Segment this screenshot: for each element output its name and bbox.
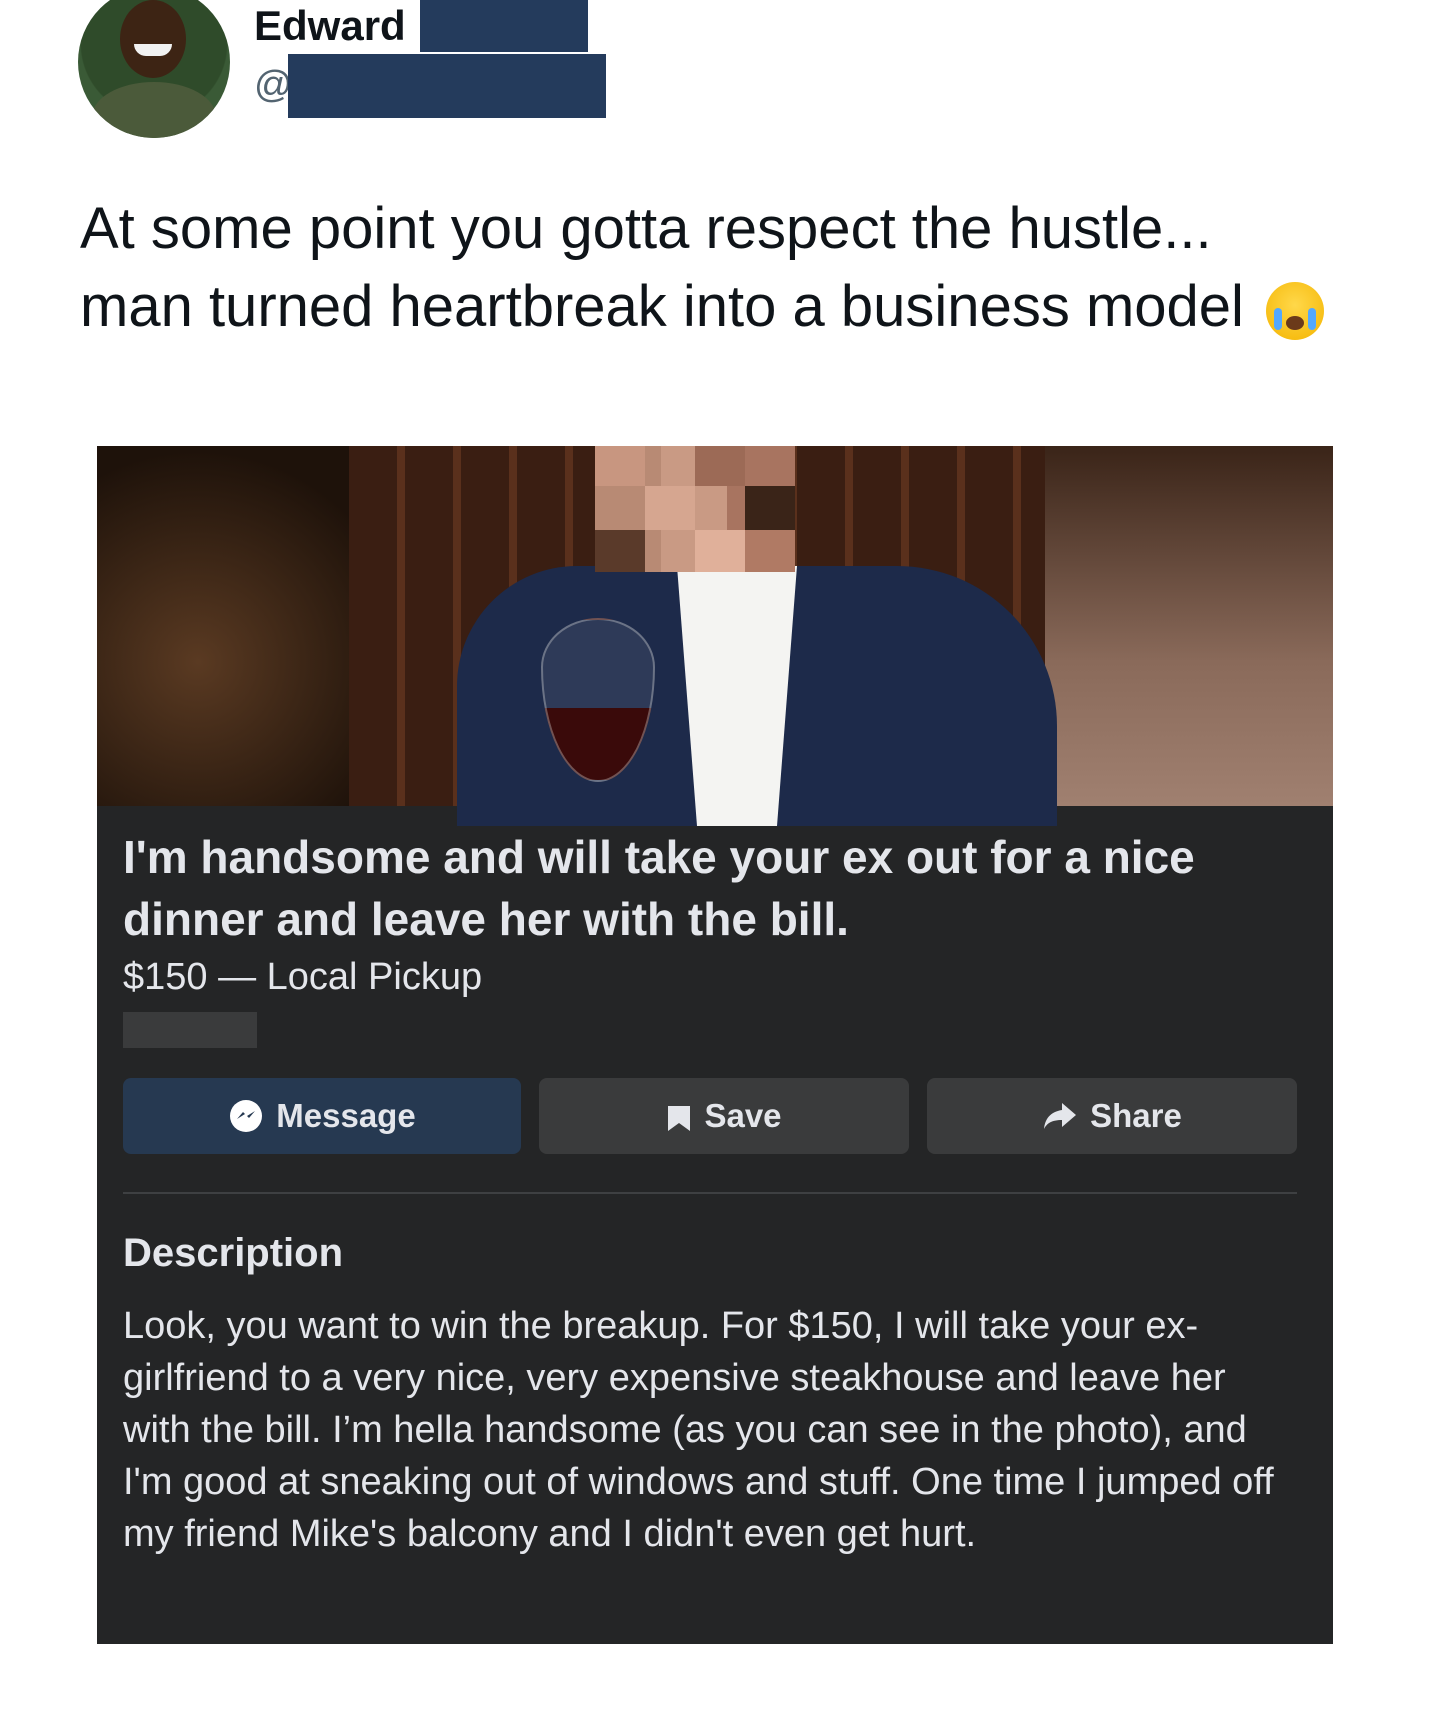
divider [123,1192,1297,1194]
display-name[interactable]: Edward [254,0,414,52]
tweet-text-line: man turned heartbreak into a business mo… [80,274,1244,339]
crying-face-emoji-icon [1266,281,1325,340]
tweet-text-line: At some point you gotta respect the hust… [80,196,1212,261]
listing-photo [97,446,1333,826]
save-button[interactable]: Save [539,1078,909,1154]
share-arrow-icon [1042,1101,1078,1131]
save-button-label: Save [704,1097,782,1134]
user-handle[interactable]: @ [254,62,293,108]
description-body: Look, you want to win the breakup. For $… [123,1305,1274,1555]
redaction-bar [123,1012,257,1048]
listing-title: I'm handsome and will take your ex out f… [123,831,1195,945]
description-heading: Description [123,1231,344,1275]
redaction-bar [420,0,588,52]
message-button-label: Message [276,1097,416,1134]
message-button[interactable]: Message [123,1078,521,1154]
bookmark-icon [666,1099,692,1133]
avatar[interactable] [78,0,230,138]
tweet-text: At some point you gotta respect the hust… [80,190,1380,346]
share-button[interactable]: Share [927,1078,1297,1154]
redaction-bar [288,54,606,118]
pixelated-face [595,446,795,572]
share-button-label: Share [1090,1097,1182,1134]
messenger-icon [228,1098,264,1134]
marketplace-listing-card: I'm handsome and will take your ex out f… [97,446,1333,1644]
listing-price: $150 — Local Pickup [123,956,483,998]
